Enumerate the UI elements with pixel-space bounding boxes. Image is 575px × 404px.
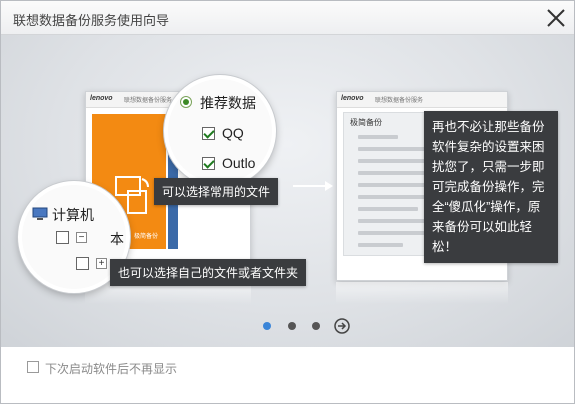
qq-checkbox — [202, 127, 215, 140]
expand-icon: + — [96, 258, 107, 269]
collapse-icon: − — [76, 232, 87, 243]
computer-icon — [32, 207, 48, 220]
dont-show-label[interactable]: 下次启动软件后不再显示 — [45, 360, 177, 377]
recommended-radio — [180, 96, 192, 108]
wizard-window: 联想数据备份服务使用向导 lenovo 联想数据备份服务 极简备份 lenovo… — [0, 0, 575, 404]
outlook-checkbox — [202, 157, 215, 170]
arrow-right-icon — [293, 181, 333, 191]
window-title: 联想数据备份服务使用向导 — [13, 13, 170, 28]
folder-checkbox — [76, 257, 89, 270]
tutorial-stage: lenovo 联想数据备份服务 极简备份 lenovo 联想数据备份服务 极简备… — [1, 35, 574, 347]
close-icon — [547, 9, 565, 27]
next-circle-icon[interactable] — [334, 318, 350, 334]
dont-show-checkbox[interactable] — [27, 361, 39, 373]
page-dot-2[interactable] — [288, 322, 296, 330]
close-button[interactable] — [543, 5, 569, 31]
lenovo-logo: lenovo — [341, 95, 364, 102]
page-dot-1[interactable] — [263, 322, 271, 330]
magnifier-recommended: 推荐数据 QQ Outlo — [164, 75, 276, 187]
page-dot-3[interactable] — [312, 322, 320, 330]
tooltip-own-files: 也可以选择自己的文件或者文件夹 — [110, 259, 307, 286]
drive-checkbox — [56, 231, 69, 244]
lenovo-logo: lenovo — [90, 95, 113, 102]
tooltip-description: 再也不必让那些备份软件复杂的设置来困扰您了，只需一步即可完成备份操作，完全“傻瓜… — [424, 111, 558, 263]
title-bar: 联想数据备份服务使用向导 — [1, 1, 574, 35]
tooltip-common-files: 可以选择常用的文件 — [154, 178, 279, 205]
